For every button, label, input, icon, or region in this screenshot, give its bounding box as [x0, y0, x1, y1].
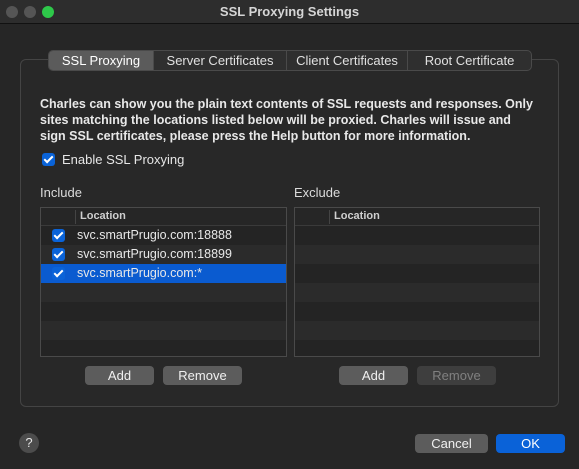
include-row[interactable]: svc.smartPrugio.com:18888 [41, 226, 286, 245]
include-row[interactable]: svc.smartPrugio.com:18899 [41, 245, 286, 264]
description-text: Charles can show you the plain text cont… [40, 97, 533, 143]
include-row-checkbox[interactable] [52, 267, 65, 280]
enable-ssl-proxying-label: Enable SSL Proxying [62, 152, 185, 167]
empty-row [295, 245, 539, 264]
window-title: SSL Proxying Settings [219, 4, 360, 19]
empty-row [295, 321, 539, 340]
column-separator [75, 210, 76, 224]
enable-ssl-proxying-checkbox[interactable] [42, 153, 55, 166]
enable-ssl-proxying-option[interactable]: Enable SSL Proxying [42, 152, 184, 167]
tab-client-certificates[interactable]: Client Certificates [286, 51, 407, 70]
tab-bar: SSL Proxying Server Certificates Client … [48, 50, 532, 71]
exclude-location-column-header[interactable]: Location [334, 210, 380, 222]
empty-row [295, 340, 539, 356]
exclude-rows [295, 226, 539, 356]
include-row-checkbox[interactable] [52, 229, 65, 242]
empty-row [41, 340, 286, 356]
tab-root-certificate[interactable]: Root Certificate [407, 51, 531, 70]
exclude-table[interactable]: Location [294, 207, 540, 357]
empty-row [41, 321, 286, 340]
include-table[interactable]: Location svc.smartPrugio.com:18888 svc.s… [40, 207, 287, 357]
ssl-proxying-settings-window: SSL Proxying Settings SSL Proxying Serve… [0, 0, 579, 469]
include-row-location: svc.smartPrugio.com:18888 [77, 228, 232, 242]
help-button[interactable]: ? [19, 433, 39, 453]
title-bar: SSL Proxying Settings [0, 0, 579, 24]
empty-row [41, 283, 286, 302]
empty-row [295, 302, 539, 321]
include-row-location: svc.smartPrugio.com:18899 [77, 247, 232, 261]
exclude-label: Exclude [294, 185, 341, 200]
include-location-column-header[interactable]: Location [80, 210, 126, 222]
include-remove-button[interactable]: Remove [163, 366, 242, 385]
tab-server-certificates[interactable]: Server Certificates [153, 51, 286, 70]
include-label: Include [40, 185, 82, 200]
ok-button[interactable]: OK [496, 434, 565, 453]
exclude-table-header: Location [295, 208, 539, 226]
cancel-button[interactable]: Cancel [415, 434, 488, 453]
include-row-location: svc.smartPrugio.com:* [77, 266, 203, 280]
column-separator [329, 210, 330, 224]
empty-row [295, 283, 539, 302]
empty-row [295, 226, 539, 245]
empty-row [295, 264, 539, 283]
exclude-add-button[interactable]: Add [339, 366, 408, 385]
exclude-remove-button[interactable]: Remove [417, 366, 496, 385]
include-add-button[interactable]: Add [85, 366, 154, 385]
include-rows: svc.smartPrugio.com:18888 svc.smartPrugi… [41, 226, 286, 356]
include-row-selected[interactable]: svc.smartPrugio.com:* [41, 264, 286, 283]
empty-row [41, 302, 286, 321]
tab-ssl-proxying[interactable]: SSL Proxying [49, 51, 153, 70]
include-table-header: Location [41, 208, 286, 226]
include-row-checkbox[interactable] [52, 248, 65, 261]
